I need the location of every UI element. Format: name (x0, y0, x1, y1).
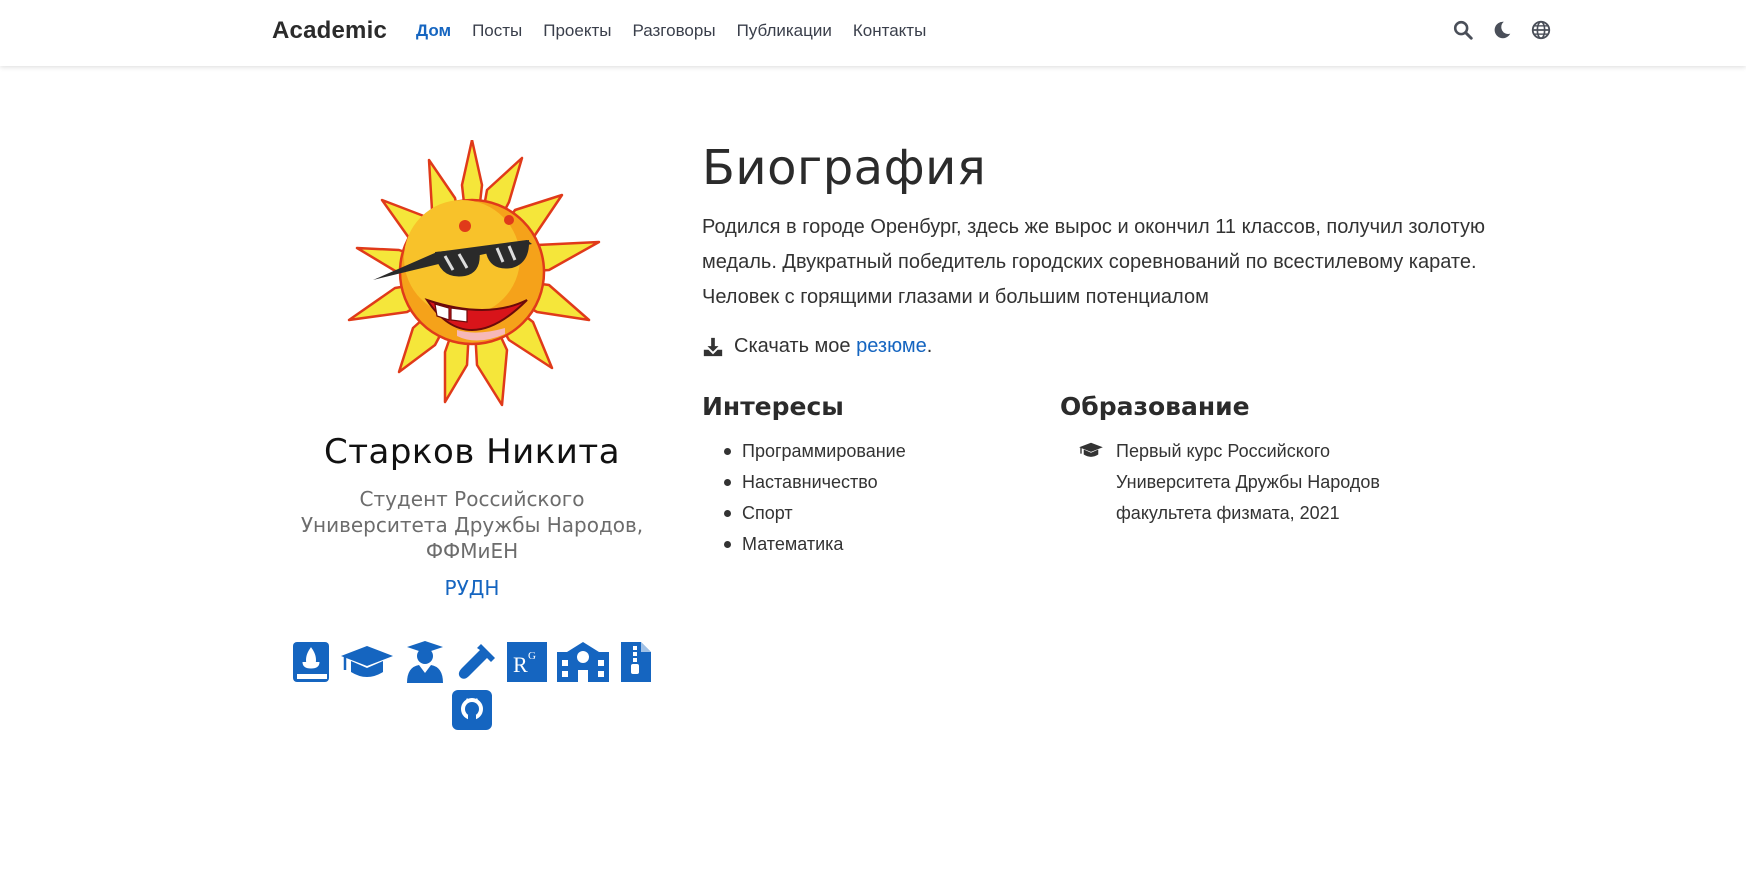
download-icon (703, 337, 723, 356)
organization-link[interactable]: РУДН (272, 576, 672, 600)
github-icon[interactable] (452, 688, 492, 732)
biography-text: Родился в городе Оренбург, здесь же выро… (702, 216, 1486, 308)
resume-suffix: . (926, 335, 933, 357)
book-icon[interactable] (291, 640, 331, 684)
search-icon[interactable] (1452, 19, 1474, 41)
education-item: Первый курс Российского Университета Дру… (1060, 436, 1418, 529)
nav-icons (1435, 19, 1552, 41)
svg-text:G: G (528, 650, 536, 662)
nav-link-home[interactable]: Дом (416, 21, 451, 41)
sun-avatar-image (347, 140, 601, 407)
moon-icon[interactable] (1491, 19, 1513, 41)
interests-title: Интересы (702, 392, 844, 421)
list-item: Программирование (724, 436, 1060, 467)
user-graduate-icon[interactable] (403, 640, 447, 684)
education-text: Первый курс Российского Университета Дру… (1116, 441, 1380, 523)
list-item: Спорт (724, 498, 1060, 529)
graduation-cap-icon[interactable] (339, 640, 395, 684)
education-column: Образование Первый курс Российского Унив… (1060, 392, 1418, 560)
graduation-cap-icon (1079, 442, 1103, 457)
zip-file-icon[interactable] (619, 640, 653, 684)
avatar (337, 140, 607, 410)
svg-text:R: R (513, 652, 528, 677)
globe-icon[interactable] (1530, 19, 1552, 41)
list-item: Математика (724, 529, 1060, 560)
school-icon[interactable] (555, 640, 611, 684)
nav-link-publications[interactable]: Публикации (737, 21, 832, 41)
biography-section: Биография Родился в городе Оренбург, зде… (702, 138, 1492, 560)
biography-title: Биография (702, 140, 987, 196)
nav-links: Дом Посты Проекты Разговоры Публикации К… (416, 21, 947, 41)
social-links: RG (282, 640, 662, 736)
person-name: Старков Никита (323, 432, 621, 472)
brand-logo[interactable]: Academic (272, 17, 387, 45)
interests-column: Интересы Программирование Наставничество… (702, 392, 1060, 560)
nav-link-contacts[interactable]: Контакты (853, 21, 926, 41)
education-title: Образование (1060, 392, 1250, 421)
profile-card: Старков Никита Студент Российского Униве… (272, 140, 672, 736)
interests-list: Программирование Наставничество Спорт Ма… (702, 436, 1060, 560)
nav-link-posts[interactable]: Посты (472, 21, 522, 41)
nav-link-projects[interactable]: Проекты (543, 21, 611, 41)
nav-link-talks[interactable]: Разговоры (632, 21, 715, 41)
resume-link[interactable]: резюме (856, 335, 927, 358)
person-role: Студент Российского Университета Дружбы … (300, 487, 644, 563)
resume-prefix: Скачать мое (734, 335, 857, 357)
navbar: Academic Дом Посты Проекты Разговоры Пуб… (0, 0, 1746, 66)
list-item: Наставничество (724, 467, 1060, 498)
resume-download: Скачать мое резюме. (702, 335, 1492, 358)
test-tube-icon[interactable] (455, 640, 499, 684)
researchgate-icon[interactable]: RG (507, 640, 547, 684)
interests-education: Интересы Программирование Наставничество… (702, 392, 1492, 560)
